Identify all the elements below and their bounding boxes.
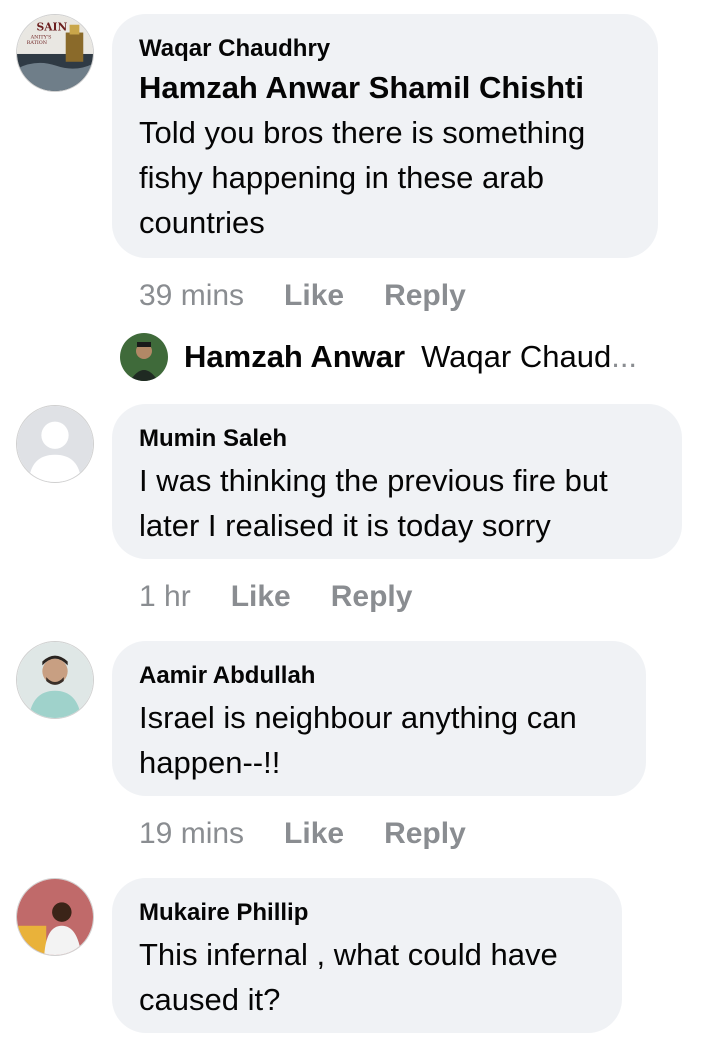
comment-timestamp[interactable]: 19 mins: [139, 816, 244, 852]
avatar-image: [17, 879, 93, 955]
tagged-user[interactable]: Hamzah Anwar Shamil Chishti: [139, 68, 632, 108]
reply-button[interactable]: Reply: [384, 816, 466, 852]
like-button[interactable]: Like: [284, 278, 344, 314]
comment-meta: 1 hr Like Reply: [139, 579, 412, 615]
reply-button[interactable]: Reply: [331, 579, 413, 615]
comment-author[interactable]: Waqar Chaudhry: [139, 34, 632, 64]
like-button[interactable]: Like: [231, 579, 291, 615]
avatar-waqar-chaudhry[interactable]: SAIN ANITY'S RATION: [16, 14, 94, 92]
svg-text:SAIN: SAIN: [36, 21, 67, 34]
avatar-mukaire-phillip[interactable]: [16, 878, 94, 956]
avatar-hamzah-anwar[interactable]: [120, 333, 168, 381]
avatar-image: [120, 333, 168, 381]
comment-author[interactable]: Aamir Abdullah: [139, 661, 620, 691]
comment-text: I was thinking the previous fire but lat…: [139, 463, 608, 543]
default-user-icon: [17, 406, 93, 482]
comment-author[interactable]: Mumin Saleh: [139, 424, 656, 454]
comment-timestamp[interactable]: 39 mins: [139, 278, 244, 314]
reply-button[interactable]: Reply: [384, 278, 466, 314]
comment-author[interactable]: Mukaire Phillip: [139, 898, 596, 928]
avatar-image: SAIN ANITY'S RATION: [17, 15, 93, 91]
comment-bubble: Mumin Saleh I was thinking the previous …: [112, 404, 682, 559]
comment-text: Israel is neighbour anything can happen-…: [139, 700, 577, 780]
comment-bubble: Mukaire Phillip This infernal , what cou…: [112, 878, 622, 1033]
reply-author[interactable]: Hamzah Anwar: [184, 339, 405, 375]
avatar-mumin-saleh[interactable]: [16, 405, 94, 483]
reply-preview-row[interactable]: Hamzah Anwar Waqar Chaud...: [120, 332, 680, 382]
comment-bubble: Aamir Abdullah Israel is neighbour anyth…: [112, 641, 646, 796]
reply-preview-text: Waqar Chaud...: [421, 339, 638, 374]
avatar-image: [17, 642, 93, 718]
comment-timestamp[interactable]: 1 hr: [139, 579, 191, 615]
avatar-aamir-abdullah[interactable]: [16, 641, 94, 719]
comment-meta: 39 mins Like Reply: [139, 278, 466, 314]
comment-text: This infernal , what could have caused i…: [139, 937, 558, 1017]
svg-text:RATION: RATION: [27, 40, 48, 46]
comment-text: Told you bros there is something fishy h…: [139, 115, 586, 240]
comment-meta: 19 mins Like Reply: [139, 816, 466, 852]
comment-bubble: Waqar Chaudhry Hamzah Anwar Shamil Chish…: [112, 14, 658, 258]
like-button[interactable]: Like: [284, 816, 344, 852]
